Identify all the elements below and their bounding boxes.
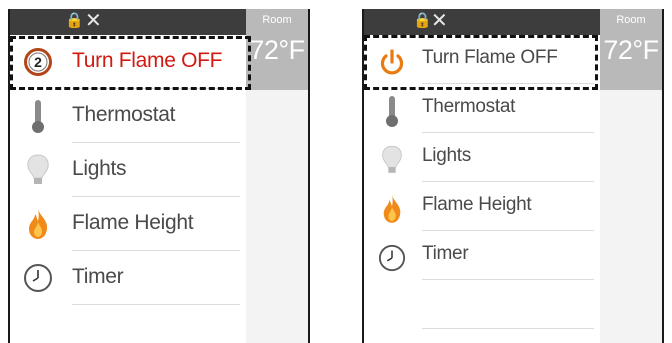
menu-item-label: Timer — [72, 265, 124, 288]
top-bar: 🔒 ✕ — [10, 9, 248, 35]
room-label: Room — [262, 14, 292, 26]
tools-icon[interactable]: ✕ — [85, 10, 102, 32]
menu-item-label: Flame Height — [72, 211, 194, 234]
divider — [422, 328, 594, 329]
menu-item-flame-height[interactable]: Flame Height — [10, 197, 248, 251]
flame-icon — [377, 194, 407, 224]
lock-icon[interactable]: 🔒 — [65, 13, 84, 29]
menu-item-thermostat[interactable]: Thermostat — [10, 89, 248, 143]
side-panel: Room 72°F — [246, 9, 308, 343]
menu-item-label: Thermostat — [422, 96, 516, 117]
right-screen: 🔒 ✕ Room 72°F Turn Flame OFF Thermostat … — [362, 9, 664, 343]
clock-icon — [377, 243, 407, 273]
menu-item-flame-height[interactable]: Flame Height — [364, 182, 602, 231]
tools-icon[interactable]: ✕ — [431, 10, 448, 32]
menu-item-lights[interactable]: Lights — [364, 133, 602, 182]
menu-item-empty — [364, 280, 602, 329]
selection-highlight — [10, 36, 251, 90]
menu-item-label: Flame Height — [422, 194, 532, 215]
lightbulb-icon — [377, 145, 407, 175]
menu-item-thermostat[interactable]: Thermostat — [364, 84, 602, 133]
room-temperature-block: Room 72°F — [246, 9, 308, 90]
room-temperature: 72°F — [249, 35, 305, 65]
room-temperature-block: Room 72°F — [600, 9, 662, 90]
menu-item-label: Thermostat — [72, 103, 176, 126]
menu-item-label: Lights — [72, 157, 127, 180]
lightbulb-icon — [23, 154, 53, 185]
room-temperature: 72°F — [603, 35, 659, 65]
thermometer-icon — [23, 100, 53, 133]
clock-icon — [23, 263, 53, 293]
lock-icon[interactable]: 🔒 — [413, 13, 432, 29]
top-bar: 🔒 ✕ — [364, 9, 602, 35]
divider — [72, 304, 240, 305]
left-screen: 🔒 ✕ Room 72°F 2 Turn Flame OFF Thermosta… — [8, 9, 310, 343]
menu-item-timer[interactable]: Timer — [10, 251, 248, 305]
flame-icon — [23, 209, 53, 239]
room-label: Room — [616, 14, 646, 26]
thermometer-icon — [377, 96, 407, 127]
selection-highlight — [364, 35, 598, 90]
side-panel: Room 72°F — [600, 9, 662, 343]
menu-item-lights[interactable]: Lights — [10, 143, 248, 197]
menu-item-label: Lights — [422, 145, 471, 166]
menu-item-label: Timer — [422, 243, 469, 264]
menu-item-timer[interactable]: Timer — [364, 231, 602, 280]
